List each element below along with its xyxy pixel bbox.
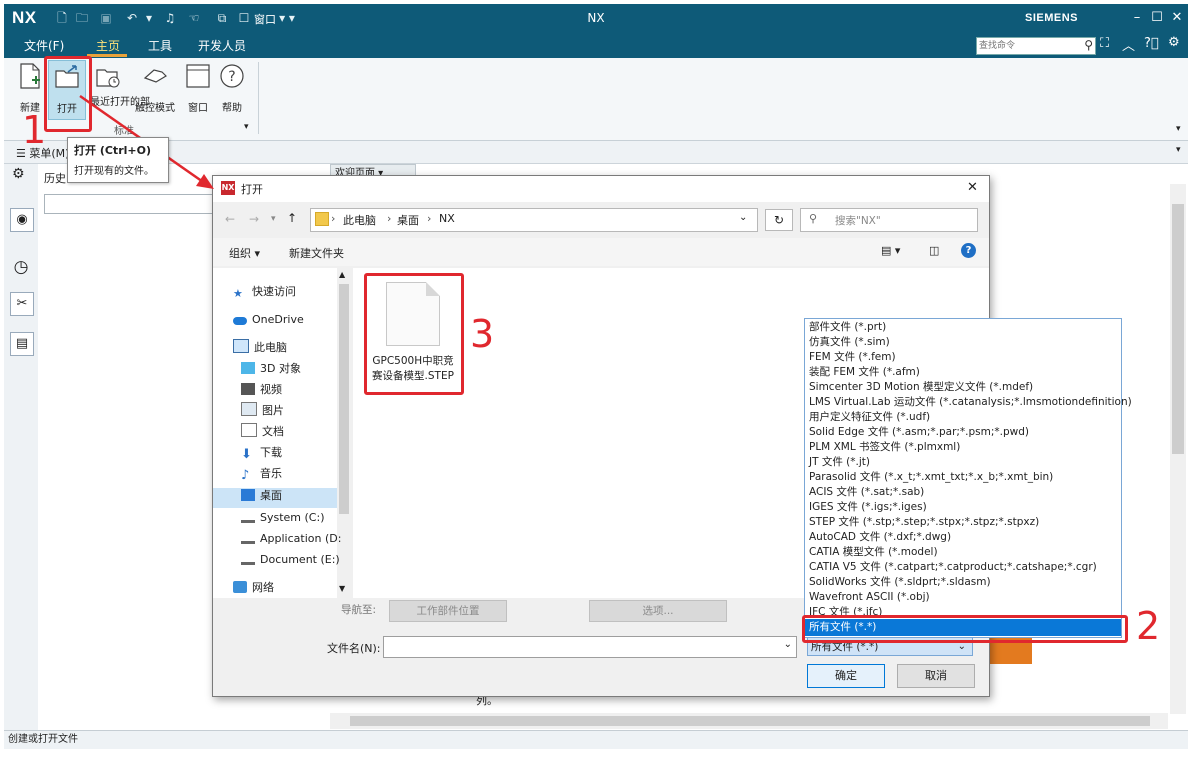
tooltip-title: 打开 (Ctrl+O) — [74, 144, 151, 157]
tooltip-description: 打开现有的文件。 — [74, 166, 154, 177]
tooltip: 打开 (Ctrl+O) 打开现有的文件。 — [67, 137, 169, 183]
callout-arrow — [79, 94, 214, 189]
